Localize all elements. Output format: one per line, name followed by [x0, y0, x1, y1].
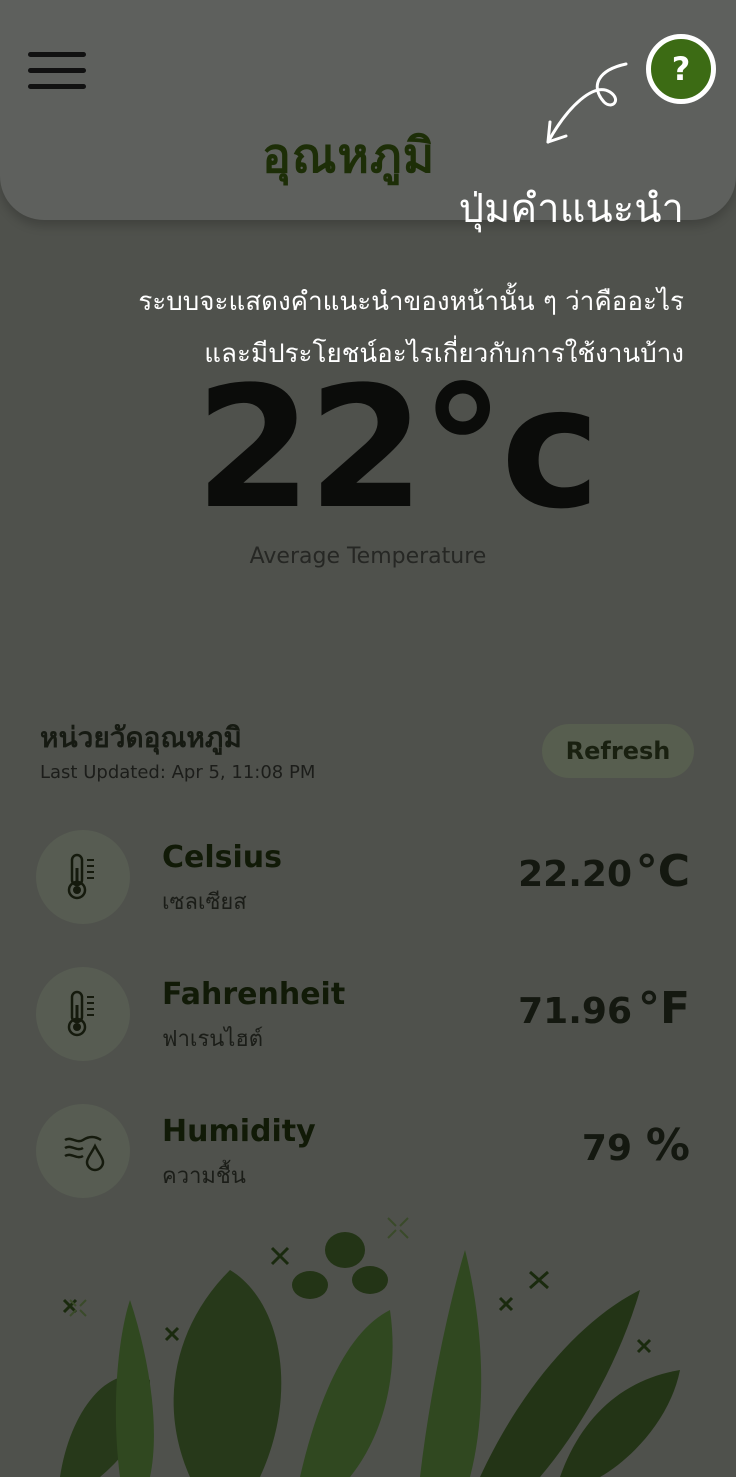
- units-section-title: หน่วยวัดอุณหภูมิ: [40, 721, 242, 754]
- unit-symbol: °F: [637, 983, 690, 1034]
- unit-row-celsius: Celsius เซลเซียส 22.20 °C: [0, 830, 736, 930]
- tip-line-1: ระบบจะแสดงคำแนะนำของหน้านั้น ๆ ว่าคืออะไ…: [138, 287, 684, 317]
- average-temperature-value: 22°c: [195, 350, 600, 546]
- unit-value: 79: [581, 1128, 632, 1169]
- hamburger-menu-icon[interactable]: [28, 52, 86, 90]
- unit-row-humidity: Humidity ความชื้น 79 %: [0, 1104, 736, 1204]
- unit-value: 22.20: [518, 854, 632, 895]
- humidity-icon: [36, 1104, 130, 1198]
- unit-name: Fahrenheit: [162, 977, 346, 1012]
- refresh-button[interactable]: Refresh: [542, 724, 694, 778]
- unit-symbol: °C: [635, 846, 690, 897]
- unit-subtitle: เซลเซียส: [162, 890, 247, 915]
- unit-value: 71.96: [518, 991, 632, 1032]
- average-temperature-label: Average Temperature: [249, 544, 487, 569]
- tip-title: ปุ่มคำแนะนำ: [458, 186, 684, 232]
- unit-symbol: %: [645, 1120, 690, 1171]
- pointer-arrow-icon: [546, 62, 628, 144]
- unit-subtitle: ความชื้น: [162, 1164, 246, 1189]
- thermometer-icon: [36, 830, 130, 924]
- plants-illustration: [60, 1217, 680, 1477]
- unit-row-fahrenheit: Fahrenheit ฟาเรนไฮต์ 71.96 °F: [0, 967, 736, 1067]
- thermometer-icon: [36, 967, 130, 1061]
- unit-subtitle: ฟาเรนไฮต์: [162, 1027, 264, 1052]
- last-updated-text: Last Updated: Apr 5, 11:08 PM: [40, 762, 316, 783]
- help-button[interactable]: ?: [646, 34, 716, 104]
- unit-name: Humidity: [162, 1114, 316, 1149]
- unit-name: Celsius: [162, 840, 282, 875]
